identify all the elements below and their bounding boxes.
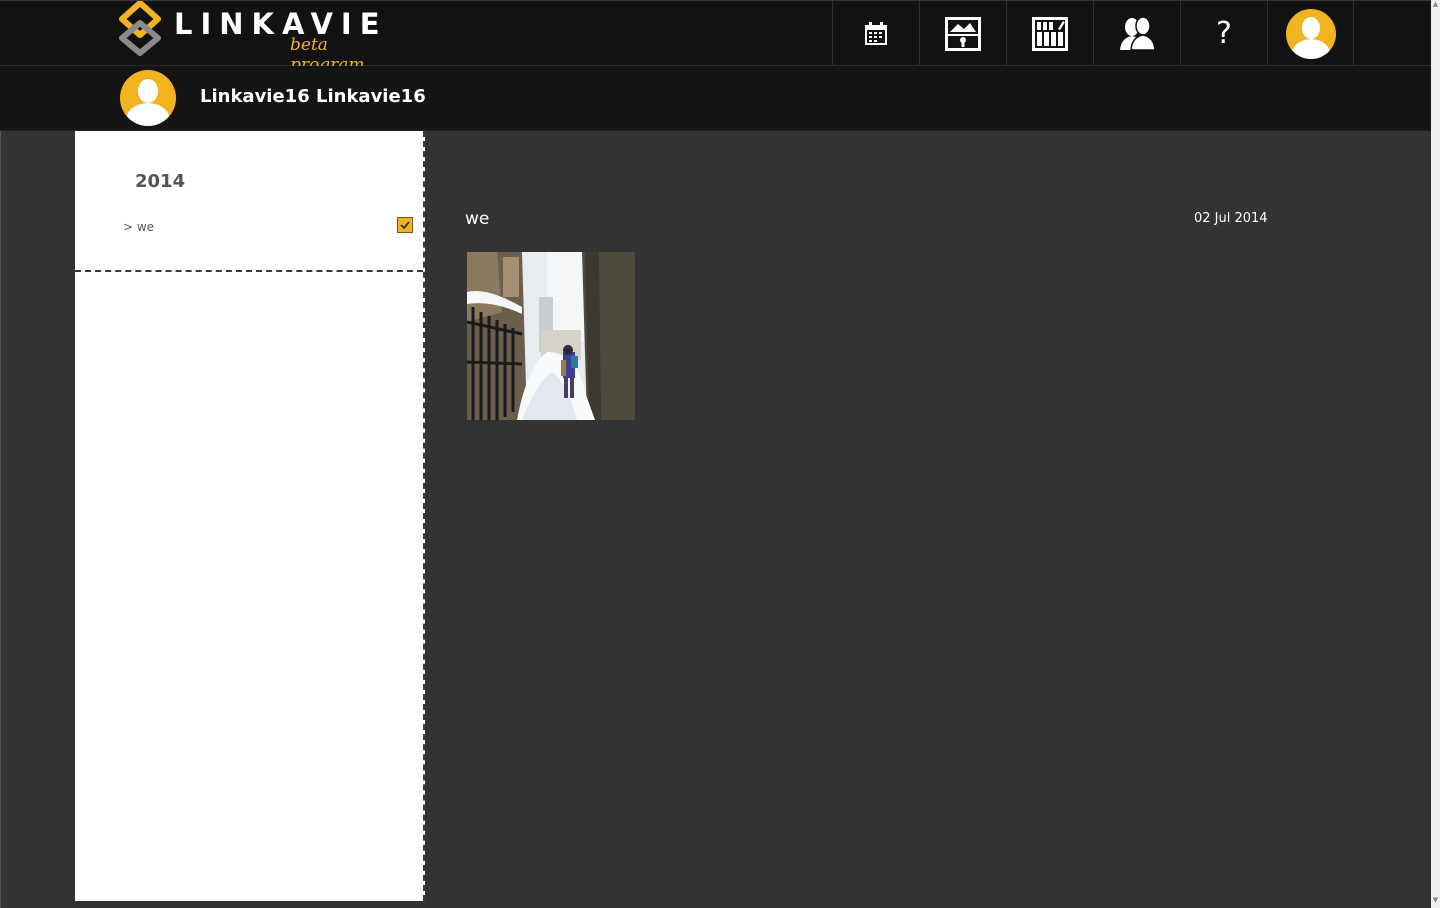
scroll-up-icon[interactable]: ▲: [1431, 0, 1440, 12]
nav-help[interactable]: ?: [1180, 1, 1267, 66]
logo-mark-icon: [119, 1, 161, 56]
album-sidebar: 2014 > we: [75, 131, 425, 901]
private-gallery-icon: [945, 16, 981, 51]
calendar-icon: [865, 21, 887, 45]
snowy-alley-photo: [467, 252, 635, 420]
user-avatar-icon: [1285, 8, 1336, 59]
page-scrollbar[interactable]: ▲ ▼: [1431, 0, 1440, 908]
top-bar: LINKAVIE beta program ?: [0, 0, 1440, 75]
window-edge: [0, 0, 1, 908]
album-title: we: [465, 209, 490, 229]
linkavie-logo[interactable]: LINKAVIE beta program: [118, 1, 388, 75]
checkmark-icon: [400, 221, 410, 230]
nav-friends[interactable]: [1093, 1, 1180, 66]
album-checkbox[interactable]: [397, 217, 413, 233]
album-date: 02 Jul 2014: [1194, 211, 1268, 226]
profile-avatar-icon[interactable]: [120, 70, 176, 126]
help-icon: ?: [1216, 16, 1232, 51]
sidebar-divider: [75, 270, 423, 272]
profile-bar: Linkavie16 Linkavie16: [0, 66, 1440, 131]
year-heading[interactable]: 2014: [135, 171, 185, 192]
scroll-down-icon[interactable]: ▼: [1431, 896, 1440, 908]
sidebar-album-link[interactable]: > we: [123, 220, 154, 234]
nav-calendar[interactable]: [832, 1, 919, 66]
nav-user-profile[interactable]: [1267, 1, 1354, 66]
nav-albums-edit[interactable]: [1006, 1, 1093, 66]
profile-name[interactable]: Linkavie16 Linkavie16: [200, 86, 426, 107]
albums-edit-icon: [1032, 16, 1068, 51]
photo-thumbnail[interactable]: [467, 252, 635, 420]
main-nav: ?: [832, 1, 1354, 66]
nav-private-gallery[interactable]: [919, 1, 1006, 66]
friends-icon: [1120, 15, 1156, 51]
